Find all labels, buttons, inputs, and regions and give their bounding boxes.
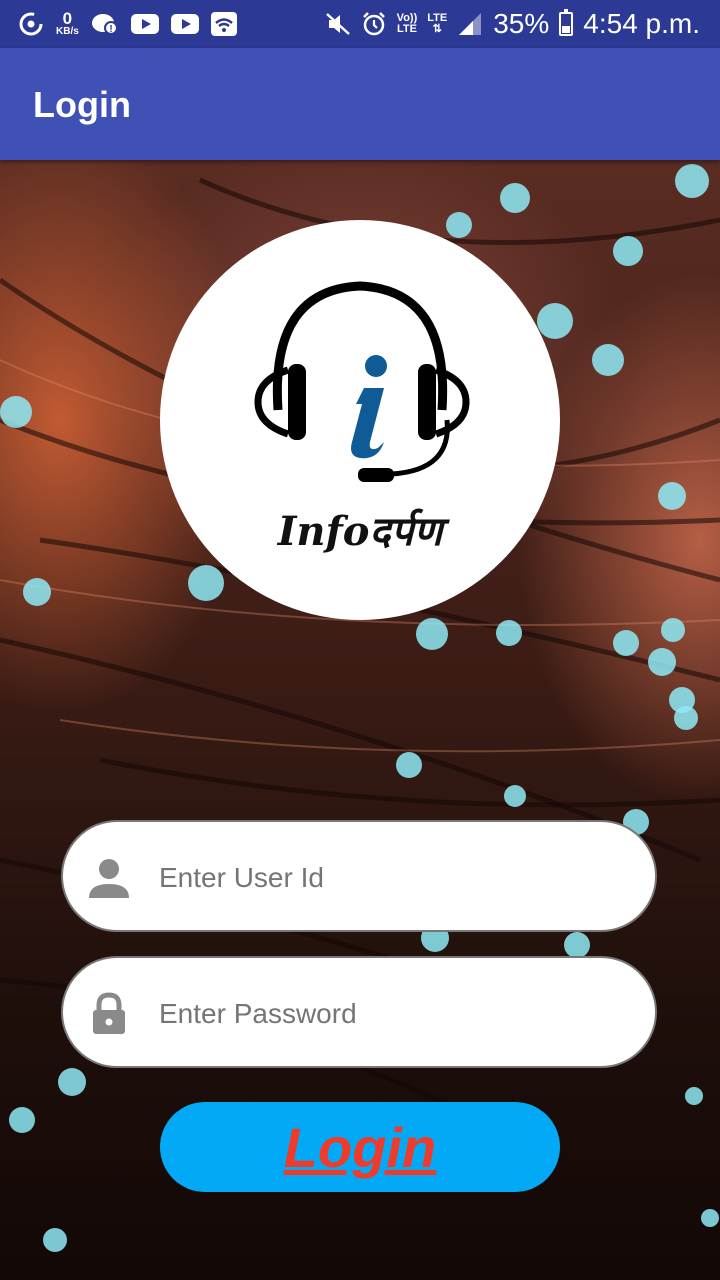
wifi-icon xyxy=(210,12,237,36)
password-field[interactable] xyxy=(61,956,657,1068)
page-title: Login xyxy=(33,84,131,125)
headset-info-icon xyxy=(254,281,470,482)
app-bar: Login xyxy=(0,48,720,160)
network-speed-value: 0 xyxy=(62,9,73,28)
alarm-icon xyxy=(361,11,387,37)
logo-text: Infoदर्पण xyxy=(277,508,443,555)
chat-bubble-icon: ! xyxy=(91,12,119,36)
clock: 4:54 p.m. xyxy=(583,8,700,39)
login-button[interactable]: Login xyxy=(160,1102,560,1192)
status-bar: 0 KB/s ! Vo)) LTE LTE ⇅ 35% 4:54 p.m. xyxy=(0,0,720,48)
network-speed-unit: KB/s xyxy=(56,26,79,37)
volte-bottom: LTE xyxy=(396,23,417,35)
login-button-label: Login xyxy=(283,1115,437,1179)
battery-percent: 35% xyxy=(493,8,550,39)
signal-icon xyxy=(457,11,483,37)
youtube-icon xyxy=(170,14,199,34)
data-arrows-icon: ⇅ xyxy=(432,23,442,35)
app-logo: Infoदर्पण xyxy=(160,220,560,620)
volte-indicator: Vo)) LTE xyxy=(397,13,418,35)
lte-indicator: LTE ⇅ xyxy=(427,13,447,35)
password-input[interactable] xyxy=(157,988,621,1040)
lock-icon xyxy=(93,992,125,1034)
data-saver-icon xyxy=(18,11,44,37)
user-id-input[interactable] xyxy=(157,852,621,904)
svg-text:!: ! xyxy=(109,24,112,35)
network-speed: 0 KB/s xyxy=(56,9,79,37)
mute-icon xyxy=(325,11,351,37)
user-id-field[interactable] xyxy=(61,820,657,932)
battery-icon xyxy=(559,9,574,36)
youtube-icon xyxy=(130,14,159,34)
person-icon xyxy=(89,859,129,898)
